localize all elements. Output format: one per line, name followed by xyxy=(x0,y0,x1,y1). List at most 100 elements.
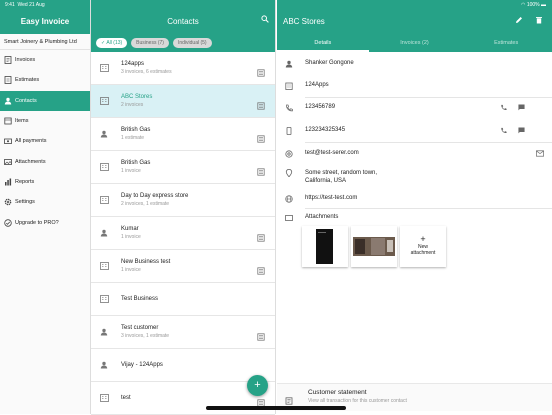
contact-summary: 3 invoices, 6 estimates xyxy=(121,69,172,75)
email-value[interactable]: test@test-serer.com xyxy=(305,150,359,156)
globe-icon xyxy=(285,195,293,203)
attachments-title: Attachments xyxy=(305,214,339,220)
contact-name: New Business test xyxy=(121,259,171,265)
contact-row[interactable]: Kumar 1 invoice xyxy=(91,217,275,250)
call-icon[interactable] xyxy=(500,104,507,113)
nav-item-label: Reports xyxy=(15,178,35,185)
contact-summary: 2 invoices, 1 estimate xyxy=(121,201,170,207)
contact-row[interactable]: Day to Day express store 2 invoices, 1 es… xyxy=(91,184,275,217)
person-icon xyxy=(99,361,109,369)
nav-item-label: Settings xyxy=(15,199,35,206)
business-icon xyxy=(99,196,109,204)
phone-value[interactable]: 123456789 xyxy=(305,104,335,110)
plus-icon: + xyxy=(420,234,426,244)
business-icon xyxy=(99,262,109,270)
status-right: ◠ 100% ▬ xyxy=(521,2,546,8)
nav-item-label: Estimates xyxy=(15,77,40,84)
phone-icon xyxy=(285,104,293,112)
contact-row[interactable]: Test Business xyxy=(91,283,275,316)
contact-name: British Gas xyxy=(121,127,151,133)
mail-icon[interactable] xyxy=(536,150,544,159)
nav-item-label: Invoices xyxy=(15,57,36,64)
nav-panel: Easy Invoice Smart Joinery & Plumbing Lt… xyxy=(0,0,91,414)
items-icon xyxy=(4,117,12,125)
business-icon xyxy=(99,97,109,105)
nav-item-invoices[interactable]: Invoices xyxy=(0,50,90,70)
reports-icon xyxy=(4,178,12,186)
statement-icon[interactable] xyxy=(257,229,265,247)
detail-title: ABC Stores xyxy=(283,17,325,26)
contact-row[interactable]: ABC Stores 2 invoices xyxy=(91,85,275,118)
address-value[interactable]: Some street, random town, California, US… xyxy=(305,169,377,185)
contacts-panel: Contacts ✓ All (13) Business (7) Individ… xyxy=(91,0,276,415)
filter-chip-all[interactable]: ✓ All (13) xyxy=(96,38,128,48)
nav-item-estimates[interactable]: Estimates xyxy=(0,70,90,90)
filter-chip-business[interactable]: Business (7) xyxy=(131,38,169,48)
contact-row[interactable]: Test customer 3 invoices, 1 estimate xyxy=(91,316,275,349)
person-icon xyxy=(99,130,109,138)
edit-icon[interactable] xyxy=(515,16,523,26)
attachment-thumbnail[interactable] xyxy=(302,226,348,267)
new-attachment-button[interactable]: + New attachment xyxy=(400,226,446,267)
person-icon xyxy=(4,97,12,105)
contact-row[interactable]: British Gas 1 invoice xyxy=(91,151,275,184)
contact-name: British Gas xyxy=(121,160,151,166)
delete-icon[interactable] xyxy=(535,16,543,26)
detail-tabs: Details Invoices (2) Estimates xyxy=(277,34,552,52)
attachment-image-dark xyxy=(316,229,333,264)
at-icon xyxy=(285,150,293,158)
contact-summary: 1 invoice xyxy=(121,267,141,273)
nav-item-attachments[interactable]: Attachments xyxy=(0,151,90,171)
statement-icon[interactable] xyxy=(257,97,265,115)
nav-item-contacts[interactable]: Contacts xyxy=(0,90,90,111)
nav-item-reports[interactable]: Reports xyxy=(0,172,90,192)
new-attachment-label: New attachment xyxy=(410,244,436,256)
statement-title: Customer statement xyxy=(308,389,367,396)
statement-icon[interactable] xyxy=(257,328,265,346)
business-icon xyxy=(99,163,109,171)
add-contact-button[interactable]: + xyxy=(247,375,268,396)
business-icon xyxy=(99,394,109,402)
statement-subtitle: View all transaction for this customer c… xyxy=(308,398,407,404)
statement-icon[interactable] xyxy=(257,163,265,181)
mobile-icon xyxy=(285,127,293,135)
statement-icon[interactable] xyxy=(257,130,265,148)
divider xyxy=(305,208,552,209)
location-pin-icon xyxy=(285,169,293,177)
statement-icon[interactable] xyxy=(257,64,265,82)
filter-chip-individual[interactable]: Individual (5) xyxy=(172,38,212,48)
nav-item-label: All payments xyxy=(15,138,47,145)
contact-row[interactable]: Vijay - 124Apps xyxy=(91,349,275,382)
tab-estimates[interactable]: Estimates xyxy=(460,34,552,52)
nav-item-all-payments[interactable]: All payments xyxy=(0,131,90,151)
contact-name: 124apps xyxy=(121,61,145,67)
address-row: Some street, random town, California, US… xyxy=(277,169,552,185)
attachment-thumbnail[interactable] xyxy=(351,226,397,267)
status-time: 9:41 Wed 21 Aug xyxy=(5,2,45,8)
contact-name: Kumar xyxy=(121,226,139,232)
contact-row[interactable]: New Business test 1 invoice xyxy=(91,250,275,283)
message-icon[interactable] xyxy=(518,127,525,136)
contact-summary: 2 invoices xyxy=(121,102,144,108)
call-icon[interactable] xyxy=(500,127,507,136)
email-actions xyxy=(536,150,544,159)
statement-icon[interactable] xyxy=(257,262,265,280)
check-icon: ✓ xyxy=(101,40,106,46)
person-icon xyxy=(99,328,109,336)
tab-invoices[interactable]: Invoices (2) xyxy=(369,34,461,52)
company-name[interactable]: Smart Joinery & Plumbing Ltd xyxy=(0,34,90,50)
nav-item-items[interactable]: Items xyxy=(0,111,90,131)
contact-row[interactable]: British Gas 1 estimate xyxy=(91,118,275,151)
divider xyxy=(305,142,552,143)
message-icon[interactable] xyxy=(518,104,525,113)
search-icon[interactable] xyxy=(261,15,269,25)
website-value[interactable]: https://test-test.com xyxy=(305,195,357,201)
nav-item-upgrade[interactable]: Upgrade to PRO? xyxy=(0,212,90,232)
contact-row[interactable]: 124apps 3 invoices, 6 estimates xyxy=(91,52,275,85)
mobile-value[interactable]: 123234325345 xyxy=(305,127,345,133)
tab-details[interactable]: Details xyxy=(277,34,369,52)
contact-name: Test Business xyxy=(121,296,159,302)
phone-actions xyxy=(500,104,525,113)
contact-name: test xyxy=(121,395,131,401)
nav-item-settings[interactable]: Settings xyxy=(0,192,90,212)
